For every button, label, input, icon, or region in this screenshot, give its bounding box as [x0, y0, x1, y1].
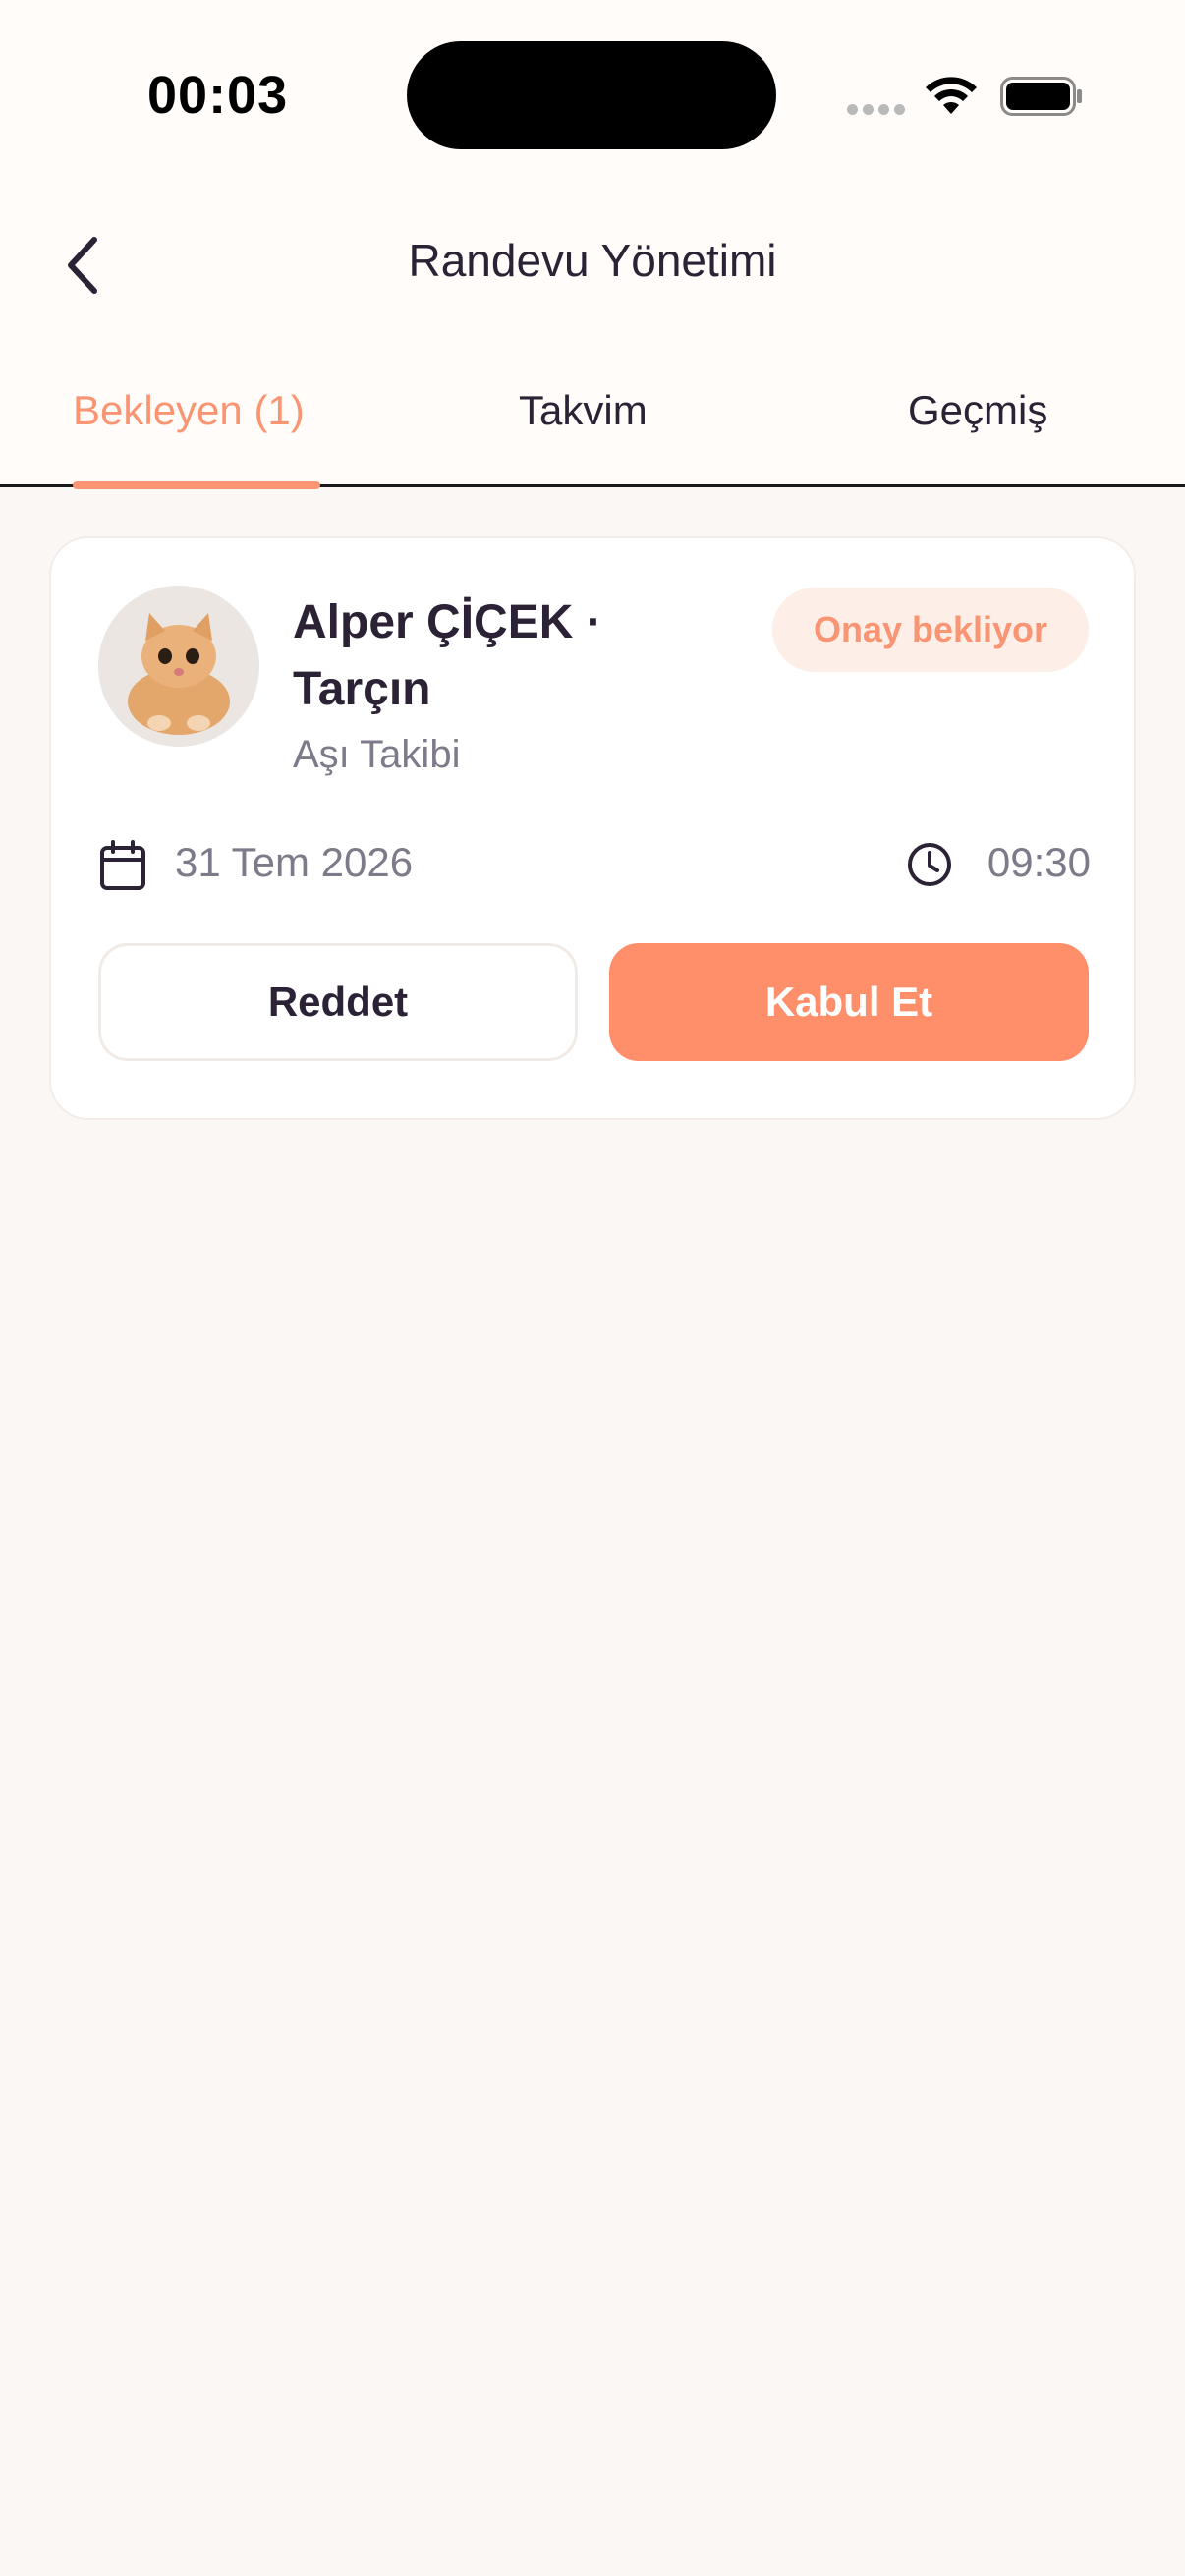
- service-type: Aşı Takibi: [293, 733, 461, 776]
- nav-header: Randevu Yönetimi: [0, 196, 1185, 334]
- clock-icon: [908, 843, 951, 886]
- tab-calendar[interactable]: Takvim: [519, 387, 648, 434]
- calendar-icon: [100, 840, 145, 890]
- client-pet-name: Alper ÇİÇEK · Tarçın: [293, 596, 602, 715]
- wifi-icon: [926, 77, 977, 114]
- pet-avatar: [98, 586, 259, 747]
- tab-bar: Bekleyen (1) Takvim Geçmiş: [0, 364, 1185, 489]
- status-bar: 00:03: [0, 0, 1185, 177]
- appointment-time: 09:30: [987, 839, 1091, 885]
- active-tab-indicator: [73, 481, 320, 489]
- tab-pending[interactable]: Bekleyen (1): [73, 387, 305, 434]
- signal-dots-icon: [847, 102, 910, 120]
- appointment-date: 31 Tem 2026: [175, 839, 414, 885]
- reject-button[interactable]: Reddet: [98, 943, 578, 1061]
- tab-history[interactable]: Geçmiş: [908, 387, 1047, 434]
- accept-button[interactable]: Kabul Et: [609, 943, 1089, 1061]
- date-time-row: 31 Tem 2026 09:30: [98, 833, 1091, 892]
- dynamic-island: [407, 41, 776, 149]
- battery-icon: [1000, 77, 1082, 116]
- status-badge: Onay bekliyor: [772, 588, 1089, 672]
- kitten-image: [98, 586, 259, 747]
- appointment-card[interactable]: Alper ÇİÇEK · Tarçın Aşı Takibi Onay bek…: [49, 536, 1136, 1120]
- page-title: Randevu Yönetimi: [408, 235, 777, 286]
- status-time: 00:03: [147, 66, 289, 125]
